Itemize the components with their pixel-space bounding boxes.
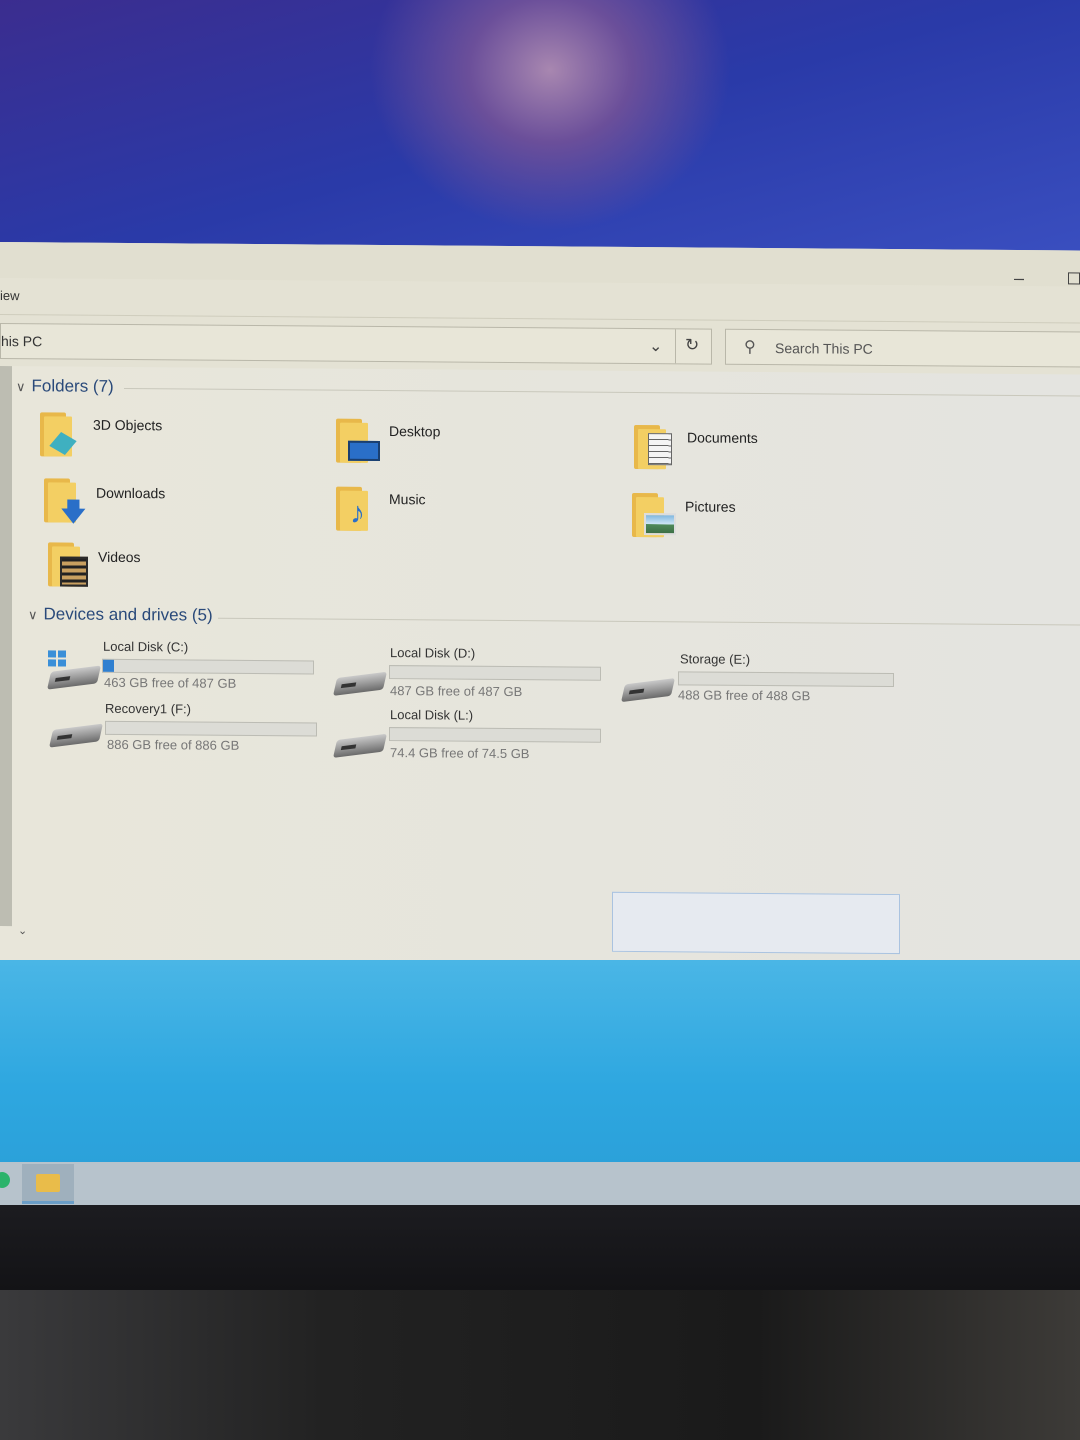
- folder-label: Downloads: [96, 484, 166, 502]
- videos-folder-icon: [48, 540, 88, 587]
- 3d-objects-folder-icon: [40, 410, 77, 457]
- drive-name: Recovery1 (F:): [105, 700, 191, 717]
- folder-label: Documents: [687, 429, 758, 446]
- navigation-pane-scrollbar[interactable]: [0, 366, 12, 927]
- desktop-folder-icon: [336, 417, 380, 463]
- usage-bar: [389, 665, 601, 681]
- music-folder-icon: ♪: [336, 485, 372, 531]
- hard-drive-icon: [47, 665, 101, 690]
- hard-drive-icon: [49, 723, 103, 748]
- file-explorer-icon: [36, 1174, 60, 1192]
- search-placeholder: Search This PC: [775, 340, 873, 357]
- windows-logo-icon: [48, 650, 66, 667]
- taskbar: [0, 1162, 1080, 1208]
- usage-bar: [105, 720, 317, 737]
- file-explorer-window: – iew his PC ⌄ ↻ ⚲ Search This PC ⌄ ∨ Fol…: [0, 242, 1080, 1110]
- desk-background: [0, 1290, 1080, 1440]
- documents-folder-icon: [634, 423, 672, 470]
- drive-free-space: 487 GB free of 487 GB: [390, 683, 523, 700]
- divider: [675, 329, 676, 364]
- drives-group-header[interactable]: ∨ Devices and drives (5): [28, 604, 213, 625]
- address-text: his PC: [1, 333, 43, 350]
- maximize-button[interactable]: [1068, 272, 1080, 285]
- scroll-down-icon[interactable]: ⌄: [18, 924, 27, 937]
- divider: [218, 617, 1080, 626]
- drive-name: Local Disk (D:): [390, 645, 476, 661]
- drive-free-space: 463 GB free of 487 GB: [104, 674, 237, 691]
- search-box[interactable]: ⚲ Search This PC: [725, 328, 1080, 368]
- folder-label: Desktop: [389, 423, 441, 440]
- chevron-down-icon: ∨: [28, 607, 38, 623]
- selection-highlight: [612, 891, 900, 955]
- hard-drive-icon: [333, 671, 387, 696]
- address-bar[interactable]: his PC ⌄ ↻: [0, 323, 712, 365]
- search-icon: ⚲: [744, 338, 756, 356]
- folder-label: Music: [389, 491, 426, 508]
- divider: [124, 387, 1080, 397]
- minimize-button[interactable]: –: [1014, 268, 1024, 289]
- drive-free-space: 488 GB free of 488 GB: [678, 687, 811, 704]
- chevron-down-icon: ∨: [16, 379, 26, 395]
- desktop-wallpaper-top: [0, 0, 1080, 260]
- pictures-folder-icon: [632, 491, 676, 538]
- hard-drive-icon: [333, 733, 387, 758]
- content-pane: ⌄ ∨ Folders (7) 3D Objects Desktop Docum…: [0, 366, 1080, 1110]
- folder-label: Pictures: [685, 498, 736, 515]
- folder-label: Videos: [98, 548, 141, 566]
- refresh-icon[interactable]: ↻: [685, 335, 699, 355]
- folders-heading: Folders (7): [31, 376, 114, 396]
- desktop-wallpaper-bottom: [0, 960, 1080, 1190]
- usage-bar-fill: [103, 659, 114, 672]
- title-bar: –: [0, 242, 1080, 289]
- downloads-folder-icon: 🡇: [44, 476, 87, 527]
- ribbon-tab-view[interactable]: iew: [0, 288, 20, 303]
- drive-name: Storage (E:): [680, 651, 751, 667]
- drive-name: Local Disk (C:): [103, 638, 189, 655]
- hard-drive-icon: [621, 678, 675, 703]
- usage-bar: [389, 727, 601, 743]
- taskbar-app-icon[interactable]: [0, 1172, 10, 1188]
- usage-bar: [678, 671, 894, 688]
- drive-name: Local Disk (L:): [390, 707, 474, 723]
- drive-free-space: 74.4 GB free of 74.5 GB: [390, 745, 530, 762]
- usage-bar: [102, 658, 314, 675]
- folders-group-header[interactable]: ∨ Folders (7): [16, 376, 114, 397]
- taskbar-file-explorer-button[interactable]: [22, 1164, 74, 1204]
- drive-free-space: 886 GB free of 886 GB: [107, 736, 240, 753]
- chevron-down-icon[interactable]: ⌄: [649, 336, 662, 356]
- navigation-bar: his PC ⌄ ↻ ⚲ Search This PC: [0, 314, 1080, 373]
- folder-label: 3D Objects: [93, 416, 163, 434]
- drives-heading: Devices and drives (5): [43, 604, 213, 625]
